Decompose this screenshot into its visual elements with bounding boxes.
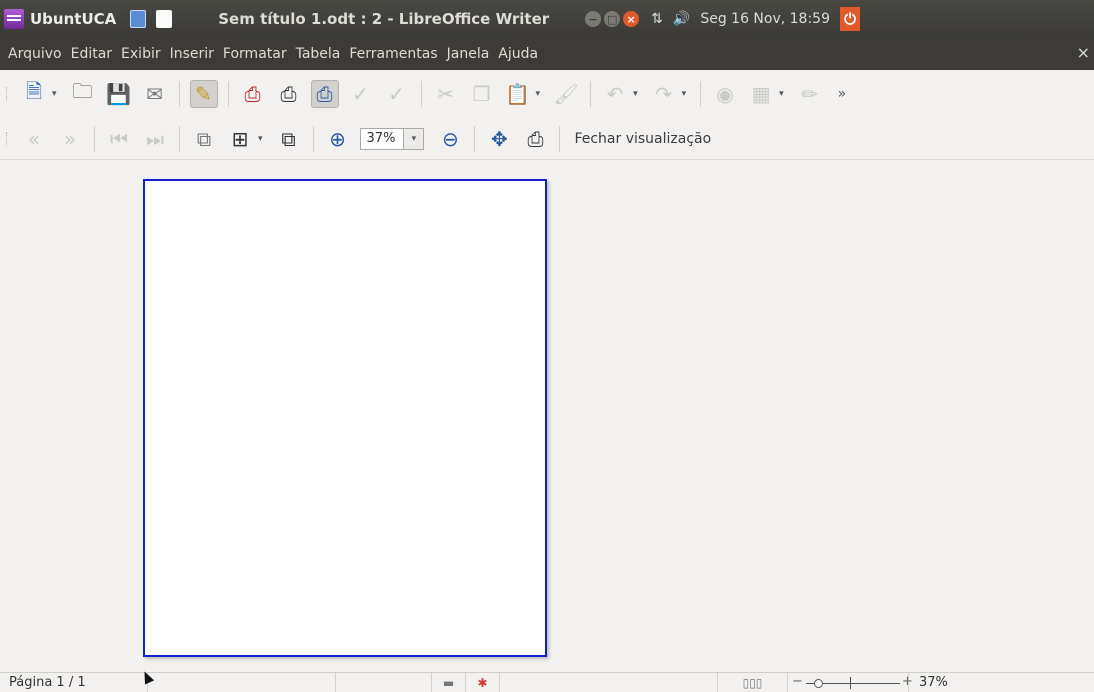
cut-icon[interactable]: ✂ <box>432 80 460 108</box>
insert-mode-icon[interactable]: ▬ <box>432 672 466 692</box>
toolbar-separator <box>700 81 702 107</box>
launcher-label[interactable]: UbuntUCA <box>30 10 116 28</box>
first-page-icon[interactable]: ⏮ <box>105 125 133 153</box>
chevron-down-icon[interactable]: ▾ <box>403 128 424 149</box>
launcher-icon[interactable] <box>4 9 24 29</box>
chevron-down-icon[interactable]: ▾ <box>258 134 263 144</box>
copy-icon[interactable]: ❐ <box>468 80 496 108</box>
toolbar-separator <box>420 81 422 107</box>
edit-mode-icon[interactable]: ✎ <box>189 80 218 108</box>
close-button[interactable]: × <box>623 11 640 27</box>
menu-editar[interactable]: Editar <box>71 46 112 62</box>
toolbar-separator <box>590 81 592 107</box>
spellcheck-icon[interactable]: ✓ <box>347 80 375 108</box>
chevron-down-icon[interactable]: ▾ <box>779 89 784 99</box>
minimize-button[interactable]: − <box>585 11 602 27</box>
chevron-down-icon[interactable]: ▾ <box>52 89 57 99</box>
volume-icon[interactable]: 🔊 <box>673 11 690 27</box>
toolbar-separator <box>94 125 95 152</box>
toolbar-separator <box>559 125 561 152</box>
document-modified-icon[interactable]: ✱ <box>466 672 500 692</box>
toolbar-grip[interactable] <box>6 131 10 146</box>
toolbar-separator <box>179 125 180 152</box>
chevron-down-icon[interactable]: ▾ <box>536 89 541 99</box>
undo-icon[interactable]: ↶ <box>601 80 629 108</box>
export-pdf-icon[interactable]: ⎙ <box>239 80 267 108</box>
paste-icon[interactable]: 📋 <box>504 80 532 108</box>
open-icon[interactable]: 🗀 <box>69 79 97 108</box>
full-screen-icon[interactable]: ✥ <box>485 125 513 153</box>
clock[interactable]: Seg 16 Nov, 18:59 <box>700 11 830 27</box>
print-icon[interactable]: ⎙ <box>275 80 303 108</box>
zoom-value[interactable]: 37% <box>361 131 404 146</box>
clone-formatting-icon[interactable]: 🖌 <box>552 80 580 108</box>
page-style-cell[interactable] <box>148 672 336 692</box>
previous-page-icon[interactable]: « <box>20 125 48 153</box>
blank-document-icon[interactable] <box>156 10 173 28</box>
writer-document-icon[interactable] <box>130 10 147 28</box>
menu-inserir[interactable]: Inserir <box>170 46 214 62</box>
status-bar: Página 1 / 1 ▬ ✱ ▯▯▯ − + 37% <box>0 672 1094 692</box>
power-icon[interactable]: ⏻ <box>840 7 860 31</box>
zoom-in-icon[interactable]: ⊕ <box>324 125 352 153</box>
language-cell[interactable] <box>336 672 432 692</box>
new-document-icon[interactable]: 🗎 <box>20 79 48 108</box>
view-layout-icon[interactable]: ▯▯▯ <box>718 672 788 692</box>
toolbar-overflow-icon[interactable]: » <box>838 86 847 102</box>
chevron-down-icon[interactable]: ▾ <box>682 89 687 99</box>
toolbar-grip[interactable] <box>6 87 10 101</box>
chevron-down-icon[interactable]: ▾ <box>633 89 638 99</box>
print-preview-icon[interactable]: ⎙ <box>310 80 339 108</box>
last-page-icon[interactable]: ⏭ <box>141 125 169 153</box>
table-icon[interactable]: ▦ <box>747 80 775 108</box>
navigator-icon[interactable]: ◉ <box>711 80 739 108</box>
document-page[interactable] <box>143 179 547 657</box>
book-preview-icon[interactable]: ⧉ <box>275 125 303 153</box>
network-transfer-icon[interactable]: ⇅ <box>651 11 663 27</box>
toolbar-separator <box>474 125 476 152</box>
zoom-combo[interactable]: 37% ▾ <box>359 127 425 150</box>
zoom-minus-button[interactable]: − <box>792 674 803 689</box>
document-area[interactable] <box>0 161 1094 672</box>
print-preview-toolbar: « » ⏮ ⏭ ⧉ ⊞ ▾ ⧉ ⊕ 37% ▾ ⊖ ✥ ⎙ Fechar vis… <box>0 118 1094 160</box>
print-icon[interactable]: ⎙ <box>521 125 549 153</box>
indicators: ⇅ 🔊 Seg 16 Nov, 18:59 ⏻ <box>651 7 860 31</box>
menu-arquivo[interactable]: Arquivo <box>8 46 62 62</box>
close-preview-button[interactable]: Fechar visualização <box>574 131 711 147</box>
launcher-menu[interactable]: UbuntUCA <box>0 0 116 38</box>
autospellcheck-icon[interactable]: ✓ <box>383 80 411 108</box>
page-info[interactable]: Página 1 / 1 <box>0 672 148 692</box>
save-icon[interactable]: 💾 <box>105 80 133 108</box>
toolbar-separator <box>178 81 180 107</box>
toolbar-separator <box>227 81 229 107</box>
zoom-percent[interactable]: 37% <box>908 672 954 692</box>
menu-tabela[interactable]: Tabela <box>296 46 341 62</box>
menu-bar: Arquivo Editar Exibir Inserir Formatar T… <box>0 38 1094 70</box>
menu-janela[interactable]: Janela <box>447 46 490 62</box>
multiple-pages-icon[interactable]: ⊞ <box>226 125 254 153</box>
draw-functions-icon[interactable]: ✏ <box>796 80 824 108</box>
signature-cell <box>500 672 718 692</box>
next-page-icon[interactable]: » <box>56 125 84 153</box>
maximize-button[interactable]: □ <box>604 11 621 27</box>
window-controls: − □ × <box>585 11 640 27</box>
zoom-knob[interactable] <box>814 678 823 688</box>
zoom-100-mark <box>850 676 851 689</box>
menu-exibir[interactable]: Exibir <box>121 46 161 62</box>
menu-ferramentas[interactable]: Ferramentas <box>349 46 437 62</box>
toolbar-separator <box>312 125 314 152</box>
menu-ajuda[interactable]: Ajuda <box>498 46 538 62</box>
top-panel: UbuntUCA Sem título 1.odt : 2 - LibreOff… <box>0 0 1094 38</box>
zoom-plus-button[interactable]: + <box>902 674 913 689</box>
close-document-icon[interactable]: × <box>1077 43 1090 62</box>
zoom-out-icon[interactable]: ⊖ <box>436 125 464 153</box>
zoom-slider[interactable]: − + <box>788 673 913 692</box>
two-pages-icon[interactable]: ⧉ <box>190 125 218 153</box>
menu-formatar[interactable]: Formatar <box>223 46 287 62</box>
standard-toolbar: 🗎 ▾ 🗀 💾 ✉ ✎ ⎙ ⎙ ⎙ ✓ ✓ ✂ ❐ 📋 ▾ 🖌 ↶ ▾ ↷ ▾ … <box>0 70 1094 118</box>
email-icon[interactable]: ✉ <box>141 80 169 108</box>
redo-icon[interactable]: ↷ <box>650 80 678 108</box>
window-title: Sem título 1.odt : 2 - LibreOffice Write… <box>218 10 550 28</box>
